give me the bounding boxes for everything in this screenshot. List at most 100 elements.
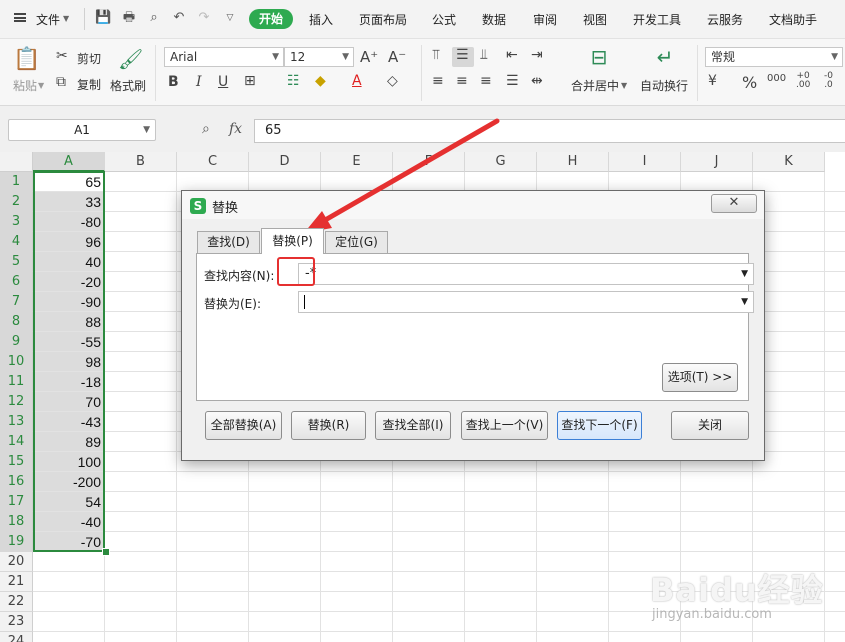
tab-insert[interactable]: 插入 (309, 11, 333, 28)
format-painter-button[interactable]: 格式刷 (110, 77, 146, 94)
align-top-icon[interactable]: ⫪ (432, 47, 440, 63)
fill-color-icon[interactable]: ◆ (315, 73, 326, 89)
paste-dropdown-icon[interactable]: ▼ (38, 81, 44, 90)
percent-icon[interactable]: % (742, 73, 757, 92)
indent-decrease-icon[interactable]: ⇤ (506, 47, 518, 63)
find-next-button[interactable]: 查找下一个(F) (557, 411, 642, 440)
fill-handle[interactable] (102, 548, 110, 556)
tab-goto[interactable]: 定位(G) (325, 231, 388, 253)
tab-cloud[interactable]: 云服务 (707, 11, 743, 28)
copy-button[interactable]: 复制 (77, 76, 101, 93)
cell-a19[interactable]: -70 (34, 532, 105, 551)
currency-icon[interactable]: ¥ (708, 73, 717, 89)
eraser-icon[interactable]: ◇ (387, 73, 398, 89)
row-header[interactable]: 18 (0, 512, 33, 532)
row-header[interactable]: 16 (0, 472, 33, 492)
cell-a1[interactable]: 65 (34, 172, 105, 191)
row-header[interactable]: 21 (0, 572, 33, 592)
row-header[interactable]: 4 (0, 232, 33, 252)
cell-a10[interactable]: 98 (34, 352, 105, 371)
cell-a15[interactable]: 100 (34, 452, 105, 471)
column-header-e[interactable]: E (321, 152, 393, 172)
formula-input[interactable]: 65 (254, 119, 845, 143)
column-header-i[interactable]: I (609, 152, 681, 172)
justify-icon[interactable]: ☰ (506, 73, 519, 89)
decrease-font-icon[interactable]: A⁻ (388, 48, 406, 66)
close-icon[interactable]: ✕ (711, 194, 757, 213)
align-right-icon[interactable]: ≡ (480, 73, 492, 89)
cell-a14[interactable]: 89 (34, 432, 105, 451)
print-icon[interactable]: 🖶 (121, 10, 137, 26)
cell-a8[interactable]: 88 (34, 312, 105, 331)
cell-a18[interactable]: -40 (34, 512, 105, 531)
column-header-f[interactable]: F (393, 152, 465, 172)
tab-review[interactable]: 审阅 (533, 11, 557, 28)
cell-a3[interactable]: -80 (34, 212, 105, 231)
row-header[interactable]: 11 (0, 372, 33, 392)
tab-formulas[interactable]: 公式 (432, 11, 456, 28)
row-header[interactable]: 14 (0, 432, 33, 452)
cell-a2[interactable]: 33 (34, 192, 105, 211)
conditional-format-icon[interactable]: ☷ (287, 73, 300, 89)
tab-doc-assistant[interactable]: 文档助手 (769, 11, 817, 28)
thousands-icon[interactable]: 000 (767, 73, 786, 84)
file-dropdown-icon[interactable]: ▼ (63, 14, 69, 23)
column-header-b[interactable]: B (105, 152, 177, 172)
font-name-select[interactable]: Arial ▼ (164, 47, 284, 67)
find-previous-button[interactable]: 查找上一个(V) (461, 411, 548, 440)
increase-decimal-icon[interactable]: +0.00 (796, 72, 810, 90)
replace-all-button[interactable]: 全部替换(A) (205, 411, 282, 440)
find-all-button[interactable]: 查找全部(I) (375, 411, 451, 440)
borders-icon[interactable]: ⊞ (244, 73, 256, 89)
row-header[interactable]: 6 (0, 272, 33, 292)
row-header[interactable]: 3 (0, 212, 33, 232)
row-header[interactable]: 15 (0, 452, 33, 472)
tab-home[interactable]: 开始 (249, 9, 293, 29)
bold-icon[interactable]: B (168, 74, 179, 90)
cut-button[interactable]: 剪切 (77, 50, 101, 67)
row-header[interactable]: 9 (0, 332, 33, 352)
column-header-j[interactable]: J (681, 152, 753, 172)
merge-dropdown-icon[interactable]: ▼ (621, 81, 627, 90)
print-preview-icon[interactable]: ⌕ (146, 10, 162, 26)
tab-replace[interactable]: 替换(P) (261, 228, 324, 254)
file-menu[interactable]: 文件 (36, 11, 60, 28)
decrease-decimal-icon[interactable]: -0.0 (824, 72, 833, 90)
select-all-corner[interactable] (0, 152, 33, 172)
align-middle-icon[interactable]: ☰ (456, 47, 469, 63)
row-header[interactable]: 22 (0, 592, 33, 612)
tab-page-layout[interactable]: 页面布局 (359, 11, 407, 28)
find-input[interactable]: -* ▼ (298, 263, 754, 285)
redo-icon[interactable]: ↷ (196, 10, 212, 26)
number-format-select[interactable]: 常规 ▼ (705, 47, 843, 67)
font-size-select[interactable]: 12 ▼ (284, 47, 354, 67)
row-header[interactable]: 19 (0, 532, 33, 552)
replace-button[interactable]: 替换(R) (291, 411, 366, 440)
zoom-search-icon[interactable]: ⌕ (202, 121, 210, 137)
dialog-titlebar[interactable]: S 替换 ✕ (182, 191, 764, 219)
chevron-down-icon[interactable]: ▼ (741, 264, 748, 284)
cell-a16[interactable]: -200 (34, 472, 105, 491)
paste-icon[interactable]: 📋 (13, 47, 40, 73)
align-left-icon[interactable]: ≡ (432, 73, 444, 89)
cell-a9[interactable]: -55 (34, 332, 105, 351)
merge-center-button[interactable]: 合并居中 (571, 77, 619, 94)
cell-a11[interactable]: -18 (34, 372, 105, 391)
increase-font-icon[interactable]: A⁺ (360, 48, 378, 66)
cell-a4[interactable]: 96 (34, 232, 105, 251)
cell-a6[interactable]: -20 (34, 272, 105, 291)
chevron-down-icon[interactable]: ▼ (741, 292, 748, 312)
column-header-d[interactable]: D (249, 152, 321, 172)
merge-center-icon[interactable]: ⊟ (586, 45, 612, 69)
row-header[interactable]: 13 (0, 412, 33, 432)
font-color-icon[interactable]: A (352, 73, 362, 89)
distributed-align-icon[interactable]: ⇹ (531, 73, 543, 89)
cell-a13[interactable]: -43 (34, 412, 105, 431)
row-header[interactable]: 17 (0, 492, 33, 512)
paste-button[interactable]: 粘贴 (13, 77, 37, 94)
cell-a12[interactable]: 70 (34, 392, 105, 411)
italic-icon[interactable]: I (196, 74, 202, 90)
hamburger-icon[interactable] (14, 13, 26, 22)
close-button[interactable]: 关闭 (671, 411, 749, 440)
wrap-text-button[interactable]: 自动换行 (640, 77, 688, 94)
